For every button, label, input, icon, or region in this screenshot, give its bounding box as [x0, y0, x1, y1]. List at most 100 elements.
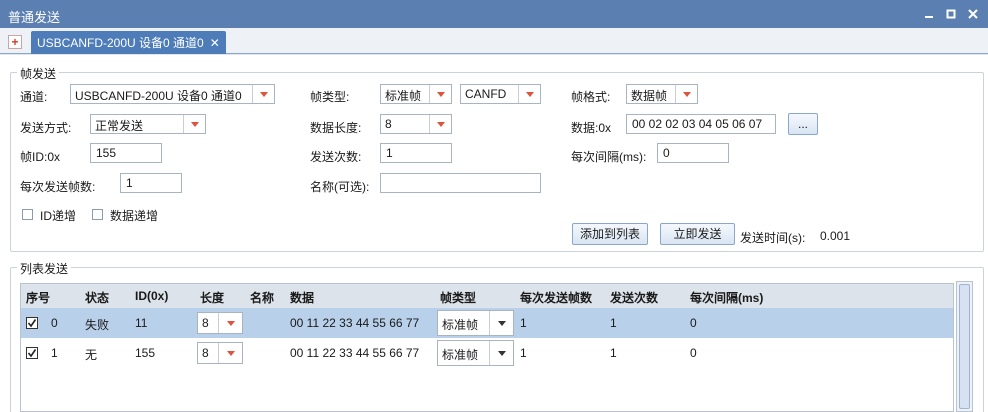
checkmark-icon	[27, 319, 37, 328]
send-mode-select[interactable]: 正常发送	[90, 114, 206, 134]
table-row[interactable]: 0 失败 11 8 00 11 22 33 44 55 66 77 标准帧 1 …	[21, 308, 953, 338]
send-now-button[interactable]: 立即发送	[660, 223, 735, 245]
row-frame-type-select[interactable]: 标准帧	[437, 310, 514, 336]
row-checkbox[interactable]	[26, 317, 38, 329]
list-send-legend: 列表发送	[17, 260, 72, 277]
cell-index: 0	[51, 316, 58, 330]
column-header: 名称	[250, 291, 275, 305]
table-header: 序号 状态 ID(0x) 长度 名称 数据 帧类型 每次发送帧数 发送次数 每次…	[21, 284, 953, 308]
cell-status: 失败	[85, 318, 110, 332]
tab-device-channel[interactable]: USBCANFD-200U 设备0 通道0 ✕	[31, 31, 226, 54]
cell-frame-type: 标准帧	[442, 318, 479, 332]
row-checkbox[interactable]	[26, 347, 38, 359]
cell-index: 1	[51, 346, 58, 360]
maximize-icon[interactable]	[942, 5, 960, 23]
chevron-down-icon[interactable]	[183, 115, 205, 133]
data-label: 数据:0x	[571, 121, 612, 135]
frame-format-value: 数据帧	[631, 89, 668, 103]
column-header: 每次间隔(ms)	[690, 291, 764, 305]
data-input[interactable]: 00 02 02 03 04 05 06 07	[626, 114, 776, 134]
chevron-down-icon[interactable]	[429, 85, 451, 103]
tab-strip: + USBCANFD-200U 设备0 通道0 ✕	[0, 28, 988, 54]
main-content: 帧发送 通道: USBCANFD-200U 设备0 通道0 帧类型: 标准帧 C…	[0, 55, 988, 412]
protocol-value: CANFD	[465, 87, 507, 101]
name-input[interactable]	[380, 173, 541, 193]
chevron-down-icon[interactable]	[489, 341, 513, 365]
send-count-input[interactable]: 1	[380, 143, 452, 163]
column-header: 每次发送帧数	[520, 291, 593, 305]
scrollbar-thumb[interactable]	[959, 284, 970, 409]
cell-data: 00 11 22 33 44 55 66 77	[290, 346, 420, 360]
column-header: 帧类型	[440, 291, 477, 305]
interval-input[interactable]: 0	[657, 143, 729, 163]
send-time-value: 0.001	[820, 229, 851, 243]
data-length-value: 8	[385, 117, 392, 131]
minimize-icon[interactable]	[920, 5, 938, 23]
chevron-down-icon[interactable]	[518, 85, 540, 103]
cell-frame-type: 标准帧	[442, 348, 479, 362]
table-scrollbar[interactable]	[956, 281, 973, 412]
column-header: 状态	[85, 291, 110, 305]
data-more-button[interactable]: ...	[788, 113, 818, 135]
chevron-down-icon[interactable]	[218, 343, 242, 363]
frame-type-label: 帧类型:	[310, 90, 350, 104]
name-label: 名称(可选):	[310, 180, 370, 194]
id-increment-checkbox[interactable]	[22, 209, 33, 220]
row-frame-type-select[interactable]: 标准帧	[437, 340, 514, 366]
cell-frames-per-send: 1	[520, 316, 527, 330]
cell-id: 11	[135, 316, 148, 330]
column-header: 长度	[200, 291, 225, 305]
channel-value: USBCANFD-200U 设备0 通道0	[75, 89, 242, 103]
data-increment-label: 数据递增	[110, 209, 159, 223]
send-time-label: 发送时间(s):	[740, 231, 806, 245]
tab-close-icon[interactable]: ✕	[210, 36, 220, 50]
close-icon[interactable]	[964, 5, 982, 23]
cell-send-count: 1	[610, 346, 617, 360]
checkmark-icon	[27, 349, 37, 358]
channel-select[interactable]: USBCANFD-200U 设备0 通道0	[70, 84, 275, 104]
cell-interval: 0	[690, 346, 697, 360]
data-length-label: 数据长度:	[310, 121, 362, 135]
add-to-list-button[interactable]: 添加到列表	[572, 223, 648, 245]
chevron-down-icon[interactable]	[218, 313, 242, 333]
send-mode-value: 正常发送	[95, 119, 144, 133]
frame-format-select[interactable]: 数据帧	[626, 84, 698, 104]
chevron-down-icon[interactable]	[429, 115, 451, 133]
chevron-down-icon[interactable]	[252, 85, 274, 103]
chevron-down-icon[interactable]	[489, 311, 513, 335]
send-list-table: 序号 状态 ID(0x) 长度 名称 数据 帧类型 每次发送帧数 发送次数 每次…	[20, 283, 954, 412]
protocol-select[interactable]: CANFD	[460, 84, 541, 104]
column-header: 序号	[26, 291, 51, 305]
cell-length: 8	[202, 346, 209, 360]
row-length-select[interactable]: 8	[197, 342, 243, 364]
cell-id: 155	[135, 346, 156, 360]
frame-id-input[interactable]: 155	[90, 143, 162, 163]
data-length-select[interactable]: 8	[380, 114, 452, 134]
add-tab-button[interactable]: +	[8, 35, 22, 49]
window-title: 普通发送	[8, 10, 61, 25]
tab-label: USBCANFD-200U 设备0 通道0	[37, 36, 204, 50]
send-count-label: 发送次数:	[310, 150, 362, 164]
window-titlebar: 普通发送	[0, 0, 988, 28]
send-mode-label: 发送方式:	[20, 121, 72, 135]
channel-label: 通道:	[20, 90, 48, 104]
cell-send-count: 1	[610, 316, 617, 330]
chevron-down-icon[interactable]	[675, 85, 697, 103]
cell-interval: 0	[690, 316, 697, 330]
column-header: 发送次数	[610, 291, 659, 305]
cell-status: 无	[85, 348, 98, 362]
interval-label: 每次间隔(ms):	[571, 150, 647, 164]
table-row[interactable]: 1 无 155 8 00 11 22 33 44 55 66 77 标准帧 1 …	[21, 338, 953, 368]
data-increment-checkbox[interactable]	[92, 209, 103, 220]
frame-type-value: 标准帧	[385, 89, 422, 103]
frame-format-label: 帧格式:	[571, 90, 611, 104]
row-length-select[interactable]: 8	[197, 312, 243, 334]
cell-frames-per-send: 1	[520, 346, 527, 360]
frames-per-send-input[interactable]: 1	[120, 173, 182, 193]
column-header: ID(0x)	[135, 289, 169, 303]
frames-per-send-label: 每次发送帧数:	[20, 180, 96, 194]
frame-type-select[interactable]: 标准帧	[380, 84, 452, 104]
frame-id-label: 帧ID:0x	[20, 150, 61, 164]
id-increment-label: ID递增	[40, 209, 77, 223]
cell-length: 8	[202, 316, 209, 330]
